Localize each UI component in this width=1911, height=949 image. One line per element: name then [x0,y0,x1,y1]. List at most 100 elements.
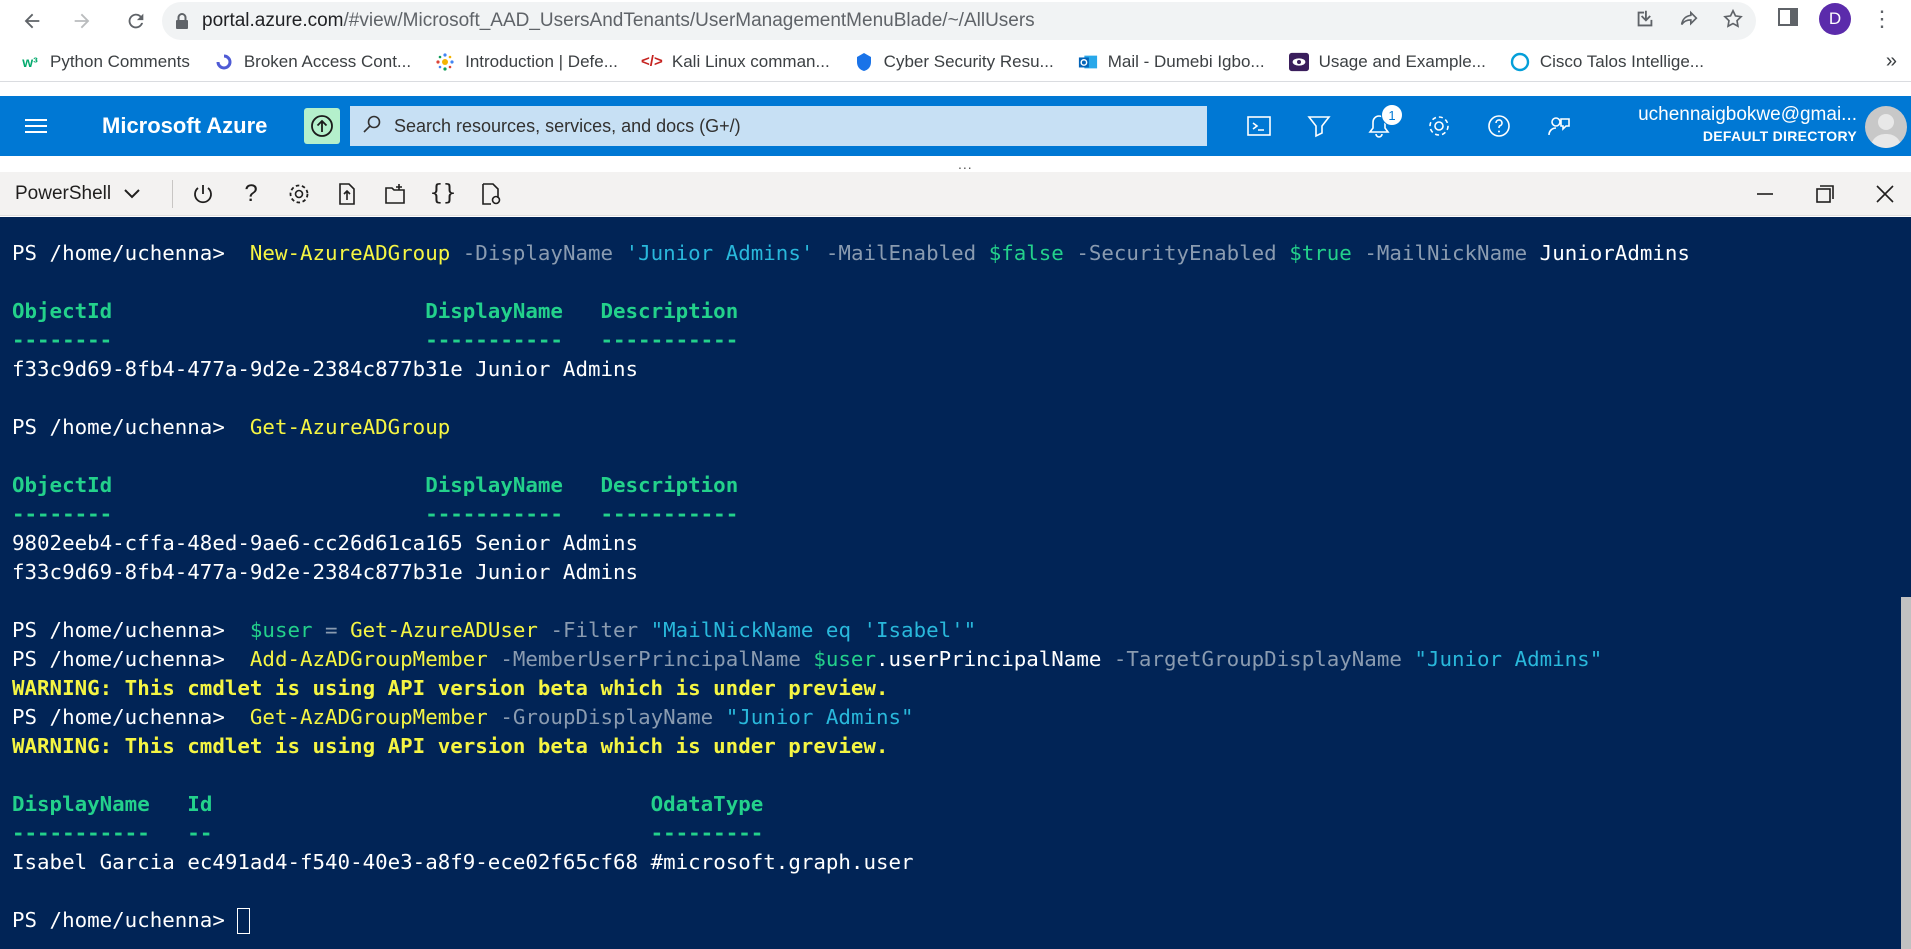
cmdlet: Get-AzureADUser [350,618,538,642]
terminal-scrollbar[interactable] [1901,217,1911,949]
text-cursor [237,908,251,934]
share-icon[interactable] [1678,8,1700,35]
cell: 9802eeb4-cffa-48ed-9ae6-cc26d61ca165 [12,531,463,555]
param: -SecurityEnabled [1076,241,1277,265]
side-panel-icon[interactable] [1777,6,1799,33]
account-menu[interactable]: uchennaigbokwe@gmai... DEFAULT DIRECTORY [1638,104,1857,144]
portswigger-icon [214,52,234,72]
browser-menu-icon[interactable]: ⋮ [1871,8,1893,30]
address-bar[interactable]: portal.azure.com/#view/Microsoft_AAD_Use… [162,2,1756,40]
more-bookmarks-chevron-icon[interactable]: » [1886,50,1897,73]
settings-gear-icon[interactable] [1421,108,1457,144]
install-app-icon[interactable] [1634,8,1656,35]
directory-filter-icon[interactable] [1301,108,1337,144]
forward-arrow-icon[interactable] [64,3,100,39]
upgrade-icon[interactable] [304,108,340,144]
reload-icon[interactable] [118,3,154,39]
scrollbar-thumb[interactable] [1901,597,1911,949]
settings-gear-icon[interactable] [279,174,319,214]
bookmark-item[interactable]: Cisco Talos Intellige... [1510,52,1704,72]
feedback-icon[interactable] [1541,108,1577,144]
terminal-line: PS /home/uchenna> Add-AzADGroupMember -M… [12,645,1690,674]
variable-arg: $false [988,241,1064,265]
col-header: DisplayName [425,473,563,497]
table-header-row: ObjectId DisplayName Description [12,297,1690,326]
cell: f33c9d69-8fb4-477a-9d2e-2384c877b31e [12,560,463,584]
param: -MemberUserPrincipalName [500,647,801,671]
col-dash: ----------- [600,502,739,526]
bookmark-star-icon[interactable] [1722,8,1744,35]
table-dash-row: ----------- -- --------- [12,819,1690,848]
col-header: ObjectId [12,299,113,323]
cell: #microsoft.graph.user [650,850,914,874]
help-icon[interactable] [1481,108,1517,144]
table-dash-row: -------- ----------- ----------- [12,500,1690,529]
bookmark-item[interactable]: Cyber Security Resu... [854,52,1054,72]
table-row: 9802eeb4-cffa-48ed-9ae6-cc26d61ca165 Sen… [12,529,1690,558]
bookmark-item[interactable]: w³ Python Comments [20,52,190,72]
close-icon[interactable] [1865,174,1905,214]
azure-search-input[interactable]: Search resources, services, and docs (G+… [350,106,1207,146]
string-arg: "Junior Admins" [725,705,914,729]
col-header: Description [600,299,739,323]
bookmark-item[interactable]: Introduction | Defe... [435,52,618,72]
bookmark-label: Cyber Security Resu... [883,51,1054,71]
back-arrow-icon[interactable] [14,3,50,39]
param: -GroupDisplayName [500,705,714,729]
cmdlet: Get-AzureADGroup [249,415,451,439]
col-header: Description [600,473,739,497]
bookmark-item[interactable]: Usage and Example... [1288,52,1486,72]
terminal-input-line[interactable]: PS /home/uchenna> [12,906,1690,935]
param: -Filter [550,618,639,642]
url-path: /#view/Microsoft_AAD_UsersAndTenants/Use… [343,10,1035,31]
lock-icon[interactable] [162,12,202,30]
maximize-icon[interactable] [1805,174,1845,214]
cell: Isabel Garcia [12,850,175,874]
minimize-icon[interactable] [1745,174,1785,214]
editor-braces-icon[interactable]: {} [423,174,463,214]
warning-line: WARNING: This cmdlet is using API versio… [12,734,889,758]
resize-grabber-icon[interactable]: ... [958,156,973,172]
string-arg: 'Junior Admins' [625,241,814,265]
bookmark-item[interactable]: Broken Access Cont... [214,52,411,72]
param: -DisplayName [462,241,614,265]
hamburger-menu-icon[interactable] [0,117,72,135]
prompt: PS /home/uchenna> [12,908,225,932]
shell-type-select[interactable]: PowerShell [0,183,172,205]
bookmark-item[interactable]: </> Kali Linux comman... [641,52,830,72]
cloud-shell-icon[interactable] [1241,108,1277,144]
notifications-bell-icon[interactable]: 1 [1361,104,1403,144]
cmdlet: New-AzureADGroup [249,241,451,265]
terminal-line: PS /home/uchenna> Get-AzureADGroup [12,413,1690,442]
eye-icon [1288,52,1309,72]
col-header: OdataType [650,792,764,816]
toolbar-divider [172,179,173,208]
web-preview-icon[interactable] [471,174,511,214]
restart-power-icon[interactable] [183,174,223,214]
bookmark-label: Cisco Talos Intellige... [1539,51,1704,71]
bookmark-label: Broken Access Cont... [243,51,412,71]
profile-avatar[interactable]: D [1819,3,1851,35]
col-header: ObjectId [12,473,113,497]
help-question-icon[interactable]: ? [231,174,271,214]
cell: Junior Admins [475,357,639,381]
prompt: PS /home/uchenna> [12,647,225,671]
col-dash: ----------- [12,821,150,845]
bookmark-item[interactable]: Mail - Dumebi Igbo... [1078,52,1265,72]
terminal-pane[interactable]: PS /home/uchenna> New-AzureADGroup -Disp… [0,217,1911,949]
prompt: PS /home/uchenna> [12,241,225,265]
open-new-session-icon[interactable] [375,174,415,214]
prompt: PS /home/uchenna> [12,618,225,642]
upload-download-icon[interactable] [327,174,367,214]
browser-toolbar: portal.azure.com/#view/Microsoft_AAD_Use… [0,0,1911,42]
account-avatar[interactable] [1865,106,1907,148]
col-dash: ----------- [425,502,563,526]
warning-line: WARNING: This cmdlet is using API versio… [12,676,889,700]
url-text[interactable]: portal.azure.com/#view/Microsoft_AAD_Use… [202,10,1035,32]
prompt: PS /home/uchenna> [12,705,225,729]
terminal-line: PS /home/uchenna> $user = Get-AzureADUse… [12,616,1690,645]
col-dash: ----------- [600,328,739,352]
cell: f33c9d69-8fb4-477a-9d2e-2384c877b31e [12,357,463,381]
azure-brand[interactable]: Microsoft Azure [102,113,302,139]
azure-header: Microsoft Azure Search resources, servic… [0,96,1911,156]
